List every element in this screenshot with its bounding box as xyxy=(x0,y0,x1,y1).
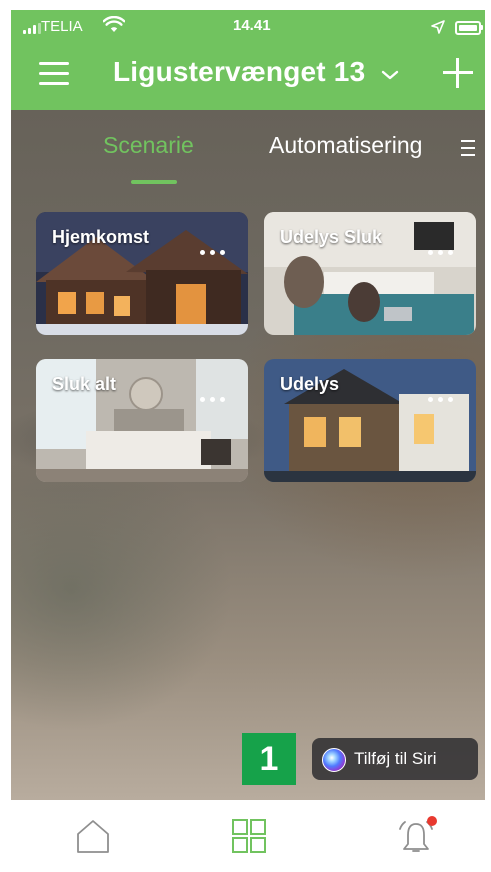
home-title[interactable]: Ligustervænget 13 xyxy=(113,56,365,88)
clock: 14.41 xyxy=(233,17,271,34)
scene-card-hjemkomst[interactable]: Hjemkomst xyxy=(36,212,248,335)
add-icon[interactable] xyxy=(443,58,473,88)
chevron-down-icon[interactable] xyxy=(381,70,399,80)
scene-label: Hjemkomst xyxy=(52,227,150,247)
background-photo: Scenarie Automatisering Hjemkomst Udelys… xyxy=(11,110,485,800)
more-options-icon[interactable] xyxy=(200,397,226,403)
scene-label: Sluk alt xyxy=(52,374,117,394)
notification-dot xyxy=(427,816,437,826)
bottom-navigation xyxy=(11,800,485,872)
scene-card-udelys-sluk[interactable]: Udelys Sluk xyxy=(264,212,476,335)
battery-cap xyxy=(481,25,483,30)
location-arrow-icon xyxy=(431,20,445,34)
active-tab-indicator xyxy=(131,180,177,184)
app-screen: TELIA 14.41 Ligustervænget 13 Scenarie A… xyxy=(11,10,485,872)
app-header: TELIA 14.41 Ligustervænget 13 xyxy=(11,10,485,110)
cellular-signal-icon xyxy=(23,23,41,34)
more-options-icon[interactable] xyxy=(200,250,226,256)
scene-label: Udelys Sluk xyxy=(280,227,383,247)
tab-bar: Scenarie Automatisering xyxy=(11,110,485,190)
more-options-icon[interactable] xyxy=(428,250,454,256)
tab-automatisering[interactable]: Automatisering xyxy=(269,132,422,159)
annotation-number-badge: 1 xyxy=(242,733,296,785)
hamburger-menu-icon[interactable] xyxy=(39,60,71,86)
list-menu-icon[interactable] xyxy=(455,138,475,158)
battery-icon xyxy=(455,21,481,35)
add-to-siri-button[interactable]: Tilføj til Siri xyxy=(312,738,478,780)
more-options-icon[interactable] xyxy=(428,397,454,403)
scene-card-udelys[interactable]: Udelys xyxy=(264,359,476,482)
scene-label: Udelys xyxy=(280,374,340,394)
scene-card-sluk-alt[interactable]: Sluk alt xyxy=(36,359,248,482)
carrier-name: TELIA xyxy=(41,18,83,35)
wifi-icon xyxy=(103,16,125,32)
tab-scenarie[interactable]: Scenarie xyxy=(103,132,194,159)
status-bar: TELIA 14.41 xyxy=(11,10,485,44)
add-to-siri-label: Tilføj til Siri xyxy=(354,749,437,768)
siri-icon xyxy=(322,748,346,772)
grid-icon[interactable] xyxy=(232,818,266,854)
home-icon[interactable] xyxy=(75,818,111,854)
